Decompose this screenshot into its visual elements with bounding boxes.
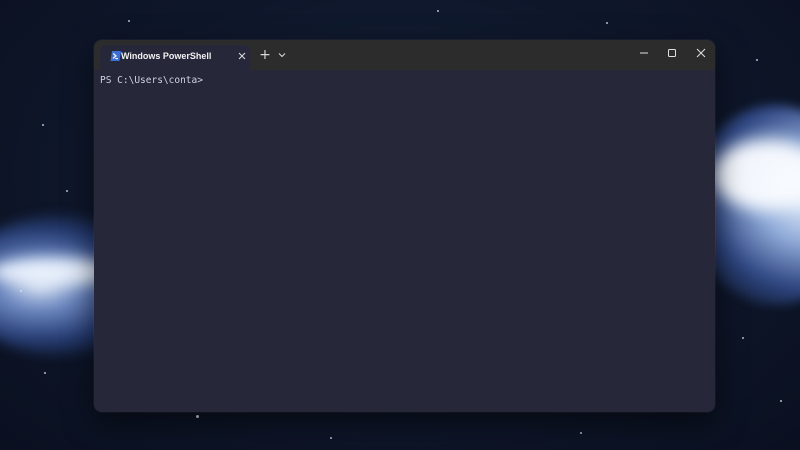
- title-bar[interactable]: Windows PowerShell +: [94, 40, 715, 70]
- tab-close-button[interactable]: [235, 49, 249, 63]
- star: [756, 59, 758, 61]
- tab-dropdown-button[interactable]: [275, 47, 289, 63]
- star: [44, 372, 46, 374]
- tab-title: Windows PowerShell: [121, 51, 212, 61]
- tab-windows-powershell[interactable]: Windows PowerShell: [100, 45, 250, 70]
- maximize-icon: [668, 49, 676, 57]
- star: [437, 10, 439, 12]
- close-icon: [696, 48, 706, 58]
- close-icon: [238, 52, 246, 60]
- minimize-button[interactable]: [629, 40, 659, 68]
- star: [42, 124, 44, 126]
- close-window-button[interactable]: [686, 40, 715, 68]
- star: [66, 190, 68, 192]
- star: [780, 400, 782, 402]
- terminal-window: Windows PowerShell + PS C:\Users\conta>: [94, 40, 715, 412]
- terminal-output-area[interactable]: PS C:\Users\conta>: [94, 70, 715, 412]
- command-prompt: PS C:\Users\conta>: [100, 75, 203, 86]
- star: [20, 290, 22, 292]
- minimize-icon: [640, 52, 648, 54]
- maximize-button[interactable]: [657, 40, 687, 68]
- star: [742, 337, 744, 339]
- new-tab-button[interactable]: +: [257, 47, 273, 63]
- star: [330, 437, 332, 439]
- star: [128, 20, 130, 22]
- star: [606, 22, 608, 24]
- chevron-down-icon: [278, 53, 286, 58]
- star: [196, 415, 199, 418]
- star: [580, 432, 582, 434]
